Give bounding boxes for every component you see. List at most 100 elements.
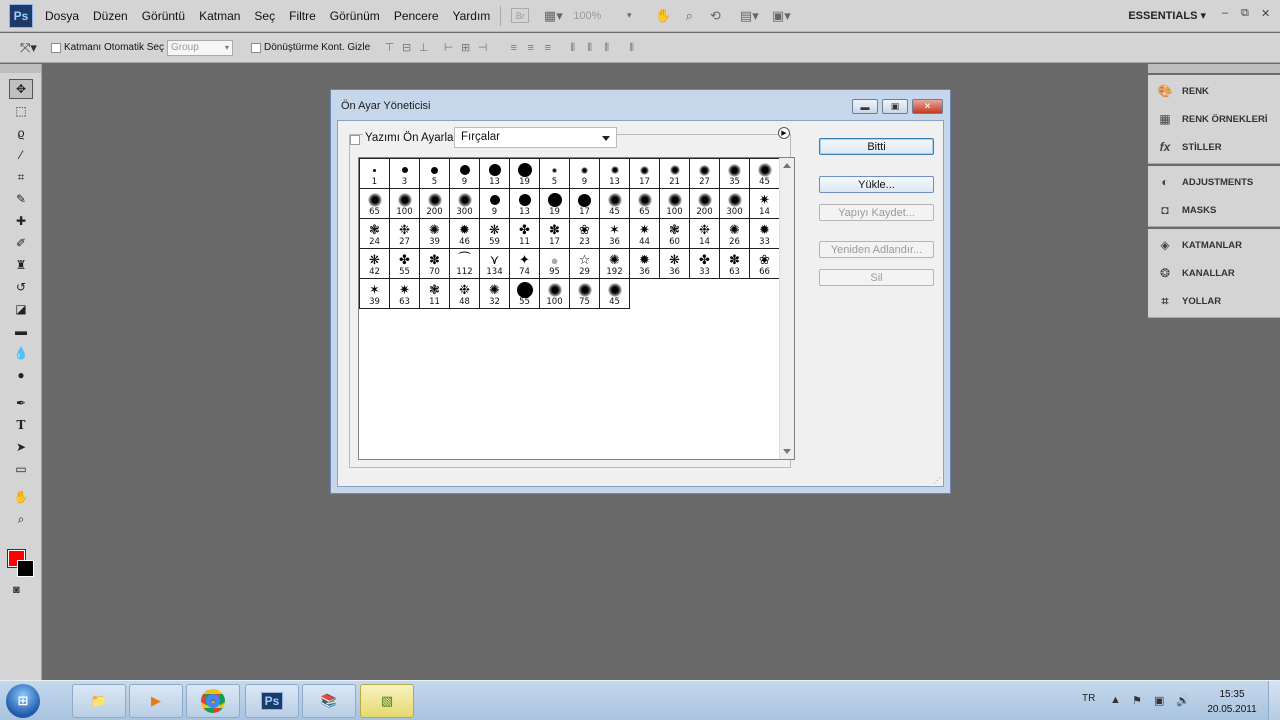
brush-preset-cell[interactable]: ✹ 36 bbox=[630, 249, 660, 279]
lasso-tool-icon[interactable]: ϱ bbox=[9, 123, 33, 143]
panel-styles[interactable]: fx STİLLER bbox=[1148, 133, 1280, 161]
clone-stamp-tool-icon[interactable]: ♜ bbox=[9, 255, 33, 275]
save-set-button[interactable]: Yapıyı Kaydet... bbox=[819, 204, 934, 221]
path-selection-tool-icon[interactable]: ➤ bbox=[9, 437, 33, 457]
brush-preset-cell[interactable]: ✷ 63 bbox=[390, 279, 420, 309]
dodge-tool-icon[interactable]: ● bbox=[9, 365, 33, 385]
brush-preset-cell[interactable]: ✹ 33 bbox=[750, 219, 780, 249]
brush-preset-cell[interactable]: 9 bbox=[570, 159, 600, 189]
menu-filter[interactable]: Filtre bbox=[289, 9, 316, 23]
minimize-icon[interactable]: – bbox=[1222, 7, 1228, 19]
screen-mode-icon[interactable]: ▣▾ bbox=[771, 7, 791, 25]
quick-mask-icon[interactable]: ◙ bbox=[13, 584, 20, 596]
rename-button[interactable]: Yeniden Adlandır... bbox=[819, 241, 934, 258]
close-icon[interactable]: ✕ bbox=[1261, 7, 1270, 20]
brush-preset-cell[interactable]: ✺ 32 bbox=[480, 279, 510, 309]
brush-preset-cell[interactable]: 21 bbox=[660, 159, 690, 189]
brush-preset-cell[interactable]: 19 bbox=[510, 159, 540, 189]
menu-file[interactable]: Dosya bbox=[45, 9, 79, 23]
brush-preset-cell[interactable]: ✶ 39 bbox=[360, 279, 390, 309]
brush-preset-cell[interactable]: 13 bbox=[480, 159, 510, 189]
brush-preset-cell[interactable]: ✽ 70 bbox=[420, 249, 450, 279]
arrange-documents-icon[interactable]: ▤▾ bbox=[739, 7, 759, 25]
brush-preset-cell[interactable]: 300 bbox=[450, 189, 480, 219]
zoom-tool-icon[interactable]: ⌕ bbox=[679, 7, 699, 25]
magic-wand-tool-icon[interactable]: ⁄ bbox=[9, 145, 33, 165]
brush-preset-cell[interactable]: 9 bbox=[450, 159, 480, 189]
brush-preset-cell[interactable]: 75 bbox=[570, 279, 600, 309]
distribute-bottom-icon[interactable]: ≡ bbox=[540, 41, 555, 55]
brush-preset-cell[interactable]: ✽ 63 bbox=[720, 249, 750, 279]
distribute-right-icon[interactable]: ⫴ bbox=[599, 41, 614, 55]
scroll-up-arrow-icon[interactable] bbox=[783, 163, 791, 168]
brush-preset-cell[interactable]: ⋎ 134 bbox=[480, 249, 510, 279]
brush-preset-cell[interactable]: ✺ 192 bbox=[600, 249, 630, 279]
brush-preset-cell[interactable]: ❀ 23 bbox=[570, 219, 600, 249]
rotate-view-icon[interactable]: ⟲ bbox=[705, 7, 725, 25]
distribute-top-icon[interactable]: ≡ bbox=[506, 41, 521, 55]
brush-preset-cell[interactable]: ❀ 66 bbox=[750, 249, 780, 279]
brush-preset-cell[interactable]: ❉ 14 bbox=[690, 219, 720, 249]
brush-preset-cell[interactable]: 55 bbox=[510, 279, 540, 309]
move-tool-preset-icon[interactable]: ⤧▾ bbox=[20, 40, 37, 56]
brush-preset-cell[interactable]: 45 bbox=[600, 189, 630, 219]
start-button[interactable]: ⊞ bbox=[6, 684, 40, 718]
tray-time[interactable]: 15:35 bbox=[1207, 689, 1257, 700]
brush-preset-cell[interactable]: 45 bbox=[600, 279, 630, 309]
brush-preset-cell[interactable]: 13 bbox=[510, 189, 540, 219]
brush-preset-cell[interactable]: ✦ 74 bbox=[510, 249, 540, 279]
brush-preset-cell[interactable]: ✷ 14 bbox=[750, 189, 780, 219]
load-button[interactable]: Yükle... bbox=[819, 176, 934, 193]
panel-dock-header[interactable] bbox=[1148, 64, 1280, 73]
align-vcenter-icon[interactable]: ⊟ bbox=[399, 41, 414, 55]
brush-preset-cell[interactable]: ❃ 11 bbox=[420, 279, 450, 309]
zoom-tool-icon[interactable]: ⌕ bbox=[9, 509, 33, 529]
menu-select[interactable]: Seç bbox=[254, 9, 275, 23]
done-button[interactable]: Bitti bbox=[819, 138, 934, 155]
brush-preset-cell[interactable]: 19 bbox=[540, 189, 570, 219]
brush-preset-cell[interactable]: 45 bbox=[750, 159, 780, 189]
panel-color[interactable]: 🎨 RENK bbox=[1148, 77, 1280, 105]
hand-tool-icon[interactable]: ✋ bbox=[653, 7, 673, 25]
brush-tool-icon[interactable]: ✐ bbox=[9, 233, 33, 253]
brush-preset-cell[interactable]: 100 bbox=[540, 279, 570, 309]
photoshop-logo[interactable]: Ps bbox=[9, 3, 33, 28]
brush-list-scrollbar[interactable] bbox=[779, 158, 794, 459]
crop-tool-icon[interactable]: ⌗ bbox=[9, 167, 33, 187]
transform-controls-option[interactable]: Dönüştürme Kont. Gizle bbox=[250, 42, 370, 53]
auto-select-checkbox[interactable] bbox=[50, 42, 61, 53]
panel-paths[interactable]: ⌗ YOLLAR bbox=[1148, 287, 1280, 315]
auto-select-type-select[interactable]: Group ▾ bbox=[166, 39, 233, 56]
restore-icon[interactable]: ⧉ bbox=[1241, 7, 1249, 20]
taskbar-chrome[interactable] bbox=[186, 684, 240, 718]
panel-channels[interactable]: ❂ KANALLAR bbox=[1148, 259, 1280, 287]
align-bottom-icon[interactable]: ⊥ bbox=[416, 41, 431, 55]
brush-preset-cell[interactable]: ❉ 48 bbox=[450, 279, 480, 309]
menu-window[interactable]: Pencere bbox=[394, 9, 439, 23]
eraser-tool-icon[interactable]: ◪ bbox=[9, 299, 33, 319]
brush-preset-cell[interactable]: 100 bbox=[390, 189, 420, 219]
distribute-left-icon[interactable]: ⫴ bbox=[565, 41, 580, 55]
panel-layers[interactable]: ◈ KATMANLAR bbox=[1148, 231, 1280, 259]
resize-grip-icon[interactable]: ⋰ bbox=[933, 476, 941, 485]
menu-image[interactable]: Görüntü bbox=[142, 9, 185, 23]
brush-preset-cell[interactable]: ✤ 55 bbox=[390, 249, 420, 279]
brush-preset-cell[interactable]: ● 95 bbox=[540, 249, 570, 279]
eyedropper-tool-icon[interactable]: ✎ bbox=[9, 189, 33, 209]
preset-menu-arrow-icon[interactable]: ▶ bbox=[778, 127, 790, 139]
panel-swatches[interactable]: ▦ RENK ÖRNEKLERİ bbox=[1148, 105, 1280, 133]
hand-tool-icon[interactable]: ✋ bbox=[9, 487, 33, 507]
scroll-down-arrow-icon[interactable] bbox=[783, 449, 791, 454]
marquee-tool-icon[interactable]: ⬚ bbox=[9, 101, 33, 121]
brush-preset-cell[interactable]: ✽ 17 bbox=[540, 219, 570, 249]
shape-tool-icon[interactable]: ▭ bbox=[9, 459, 33, 479]
brush-preset-cell[interactable]: 13 bbox=[600, 159, 630, 189]
auto-select-option[interactable]: Katmanı Otomatik Seç bbox=[50, 42, 164, 53]
move-tool-icon[interactable]: ✥ bbox=[9, 79, 33, 99]
taskbar-photoshop[interactable]: Ps bbox=[245, 684, 299, 718]
brush-preset-cell[interactable]: 9 bbox=[480, 189, 510, 219]
brush-preset-cell[interactable]: ❋ 59 bbox=[480, 219, 510, 249]
brush-preset-cell[interactable]: 65 bbox=[630, 189, 660, 219]
gradient-tool-icon[interactable]: ▬ bbox=[9, 321, 33, 341]
brush-preset-cell[interactable]: ✹ 46 bbox=[450, 219, 480, 249]
